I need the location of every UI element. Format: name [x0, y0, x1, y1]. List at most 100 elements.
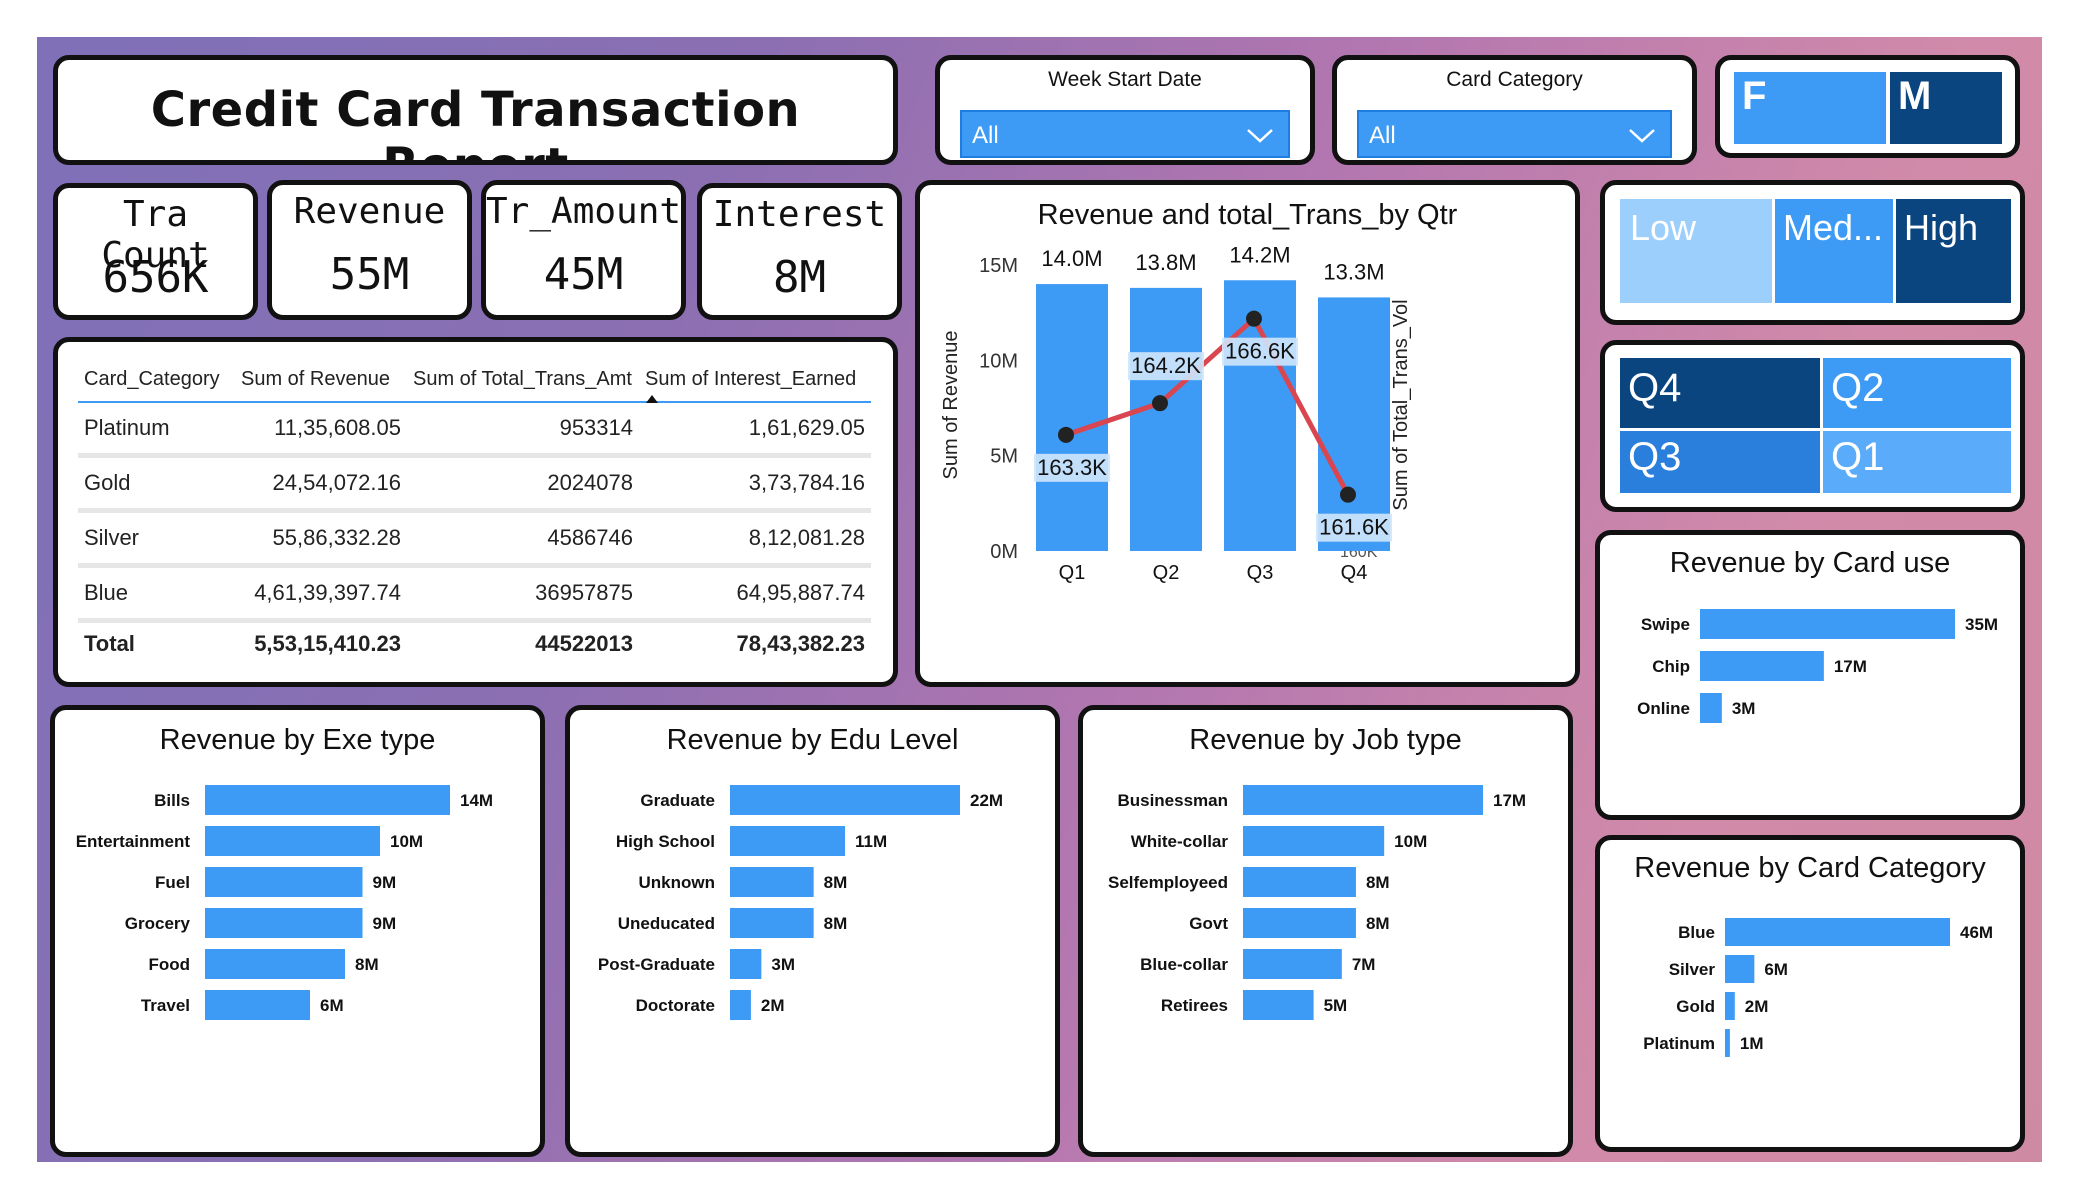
revenue-by-card-category-chart: Revenue by Card Category Blue 46M Silver 6M…: [1595, 835, 2025, 1152]
bar-data-label: 13.3M: [1323, 259, 1384, 284]
bar: [730, 949, 762, 979]
bar: [1243, 826, 1385, 856]
category-label: Travel: [141, 996, 190, 1015]
chart-title: Revenue by Card use: [1669, 547, 1951, 579]
data-label: 11M: [855, 832, 887, 851]
bar: [1243, 867, 1356, 897]
card-use-bars-svg: Swipe 35M Chip 17M Online 3M: [1637, 609, 1998, 723]
bar-data-label: 14.2M: [1229, 242, 1290, 267]
quarter-tile-q3[interactable]: Q3: [1620, 431, 1820, 493]
bar: [730, 867, 814, 897]
title-card: Credit Card Transaction Report: [53, 55, 898, 165]
category-label: Selfemployeed: [1108, 873, 1228, 892]
combo-chart-svg: Sum of Revenue Sum of Total_Trans_Vol 0M 5M…: [940, 242, 1412, 584]
data-label: 8M: [824, 914, 848, 933]
category-label: Grocery: [125, 914, 191, 933]
line-data-label: 164.2K: [1131, 353, 1201, 378]
gender-tile-m[interactable]: M: [1890, 72, 2002, 144]
data-label: 1M: [1740, 1034, 1764, 1053]
data-label: 3M: [1732, 699, 1756, 718]
data-label: 3M: [771, 955, 795, 974]
revenue-by-exe-type-chart: Revenue by Exe type Bills 14M Entertainmen…: [50, 705, 545, 1157]
income-tile-low[interactable]: Low: [1620, 199, 1772, 303]
gender-tile-f[interactable]: F: [1734, 72, 1886, 144]
bar: [205, 785, 450, 815]
category-label: Chip: [1652, 657, 1690, 676]
category-label: Uneducated: [618, 914, 715, 933]
quarter-tile-q4[interactable]: Q4: [1620, 358, 1820, 428]
bar: [730, 990, 751, 1020]
income-tile-high[interactable]: High: [1896, 199, 2011, 303]
y-axis-label: Sum of Revenue: [940, 331, 962, 480]
bar: [1243, 990, 1314, 1020]
bar: [1036, 284, 1108, 551]
bar: [1725, 955, 1755, 983]
revenue-by-card-use-chart: Revenue by Card use Swipe 35M Chip 17M Onlin…: [1595, 530, 2025, 820]
bar: [730, 826, 845, 856]
quarter-tile-q1[interactable]: Q1: [1823, 431, 2011, 493]
matrix-header[interactable]: Sum of Total_Trans_Amt: [407, 360, 639, 403]
data-label: 5M: [1324, 996, 1348, 1015]
y-tick-label: 5M: [990, 446, 1018, 468]
bar: [730, 785, 960, 815]
income-level-slicer: Low Med... High: [1600, 180, 2025, 325]
table-row: Silver 55,86,332.28 4586746 8,12,081.28: [78, 510, 871, 568]
line-point: [1246, 310, 1262, 327]
x-tick-label: Q4: [1341, 562, 1368, 584]
card-category-slicer: Card Category All: [1332, 55, 1697, 165]
bar: [205, 826, 380, 856]
card-category-bars-svg: Blue 46M Silver 6M Gold 2M Platinum 1M: [1643, 918, 1993, 1057]
data-label: 6M: [320, 996, 344, 1015]
category-label: Businessman: [1117, 791, 1228, 810]
table-row: Gold 24,54,072.16 2024078 3,73,784.16: [78, 455, 871, 513]
bar: [1700, 609, 1955, 639]
revenue-by-edu-level-chart: Revenue by Edu Level Graduate 22M High Sch…: [565, 705, 1060, 1157]
card-category-dropdown[interactable]: All: [1357, 110, 1672, 158]
data-label: 14M: [460, 791, 493, 810]
kpi-tra-count: Tra Count 656K: [53, 183, 258, 320]
category-label: Retirees: [1161, 996, 1228, 1015]
income-tile-medium[interactable]: Med...: [1775, 199, 1893, 303]
matrix-header[interactable]: Sum of Revenue: [235, 360, 407, 403]
category-label: Graduate: [640, 791, 715, 810]
category-label: Bills: [154, 791, 190, 810]
x-tick-label: Q3: [1247, 562, 1274, 584]
data-label: 8M: [355, 955, 379, 974]
bar: [1725, 918, 1950, 946]
kpi-tr-amount: Tr_Amount 45M: [481, 180, 686, 320]
category-label: Fuel: [155, 873, 190, 892]
matrix-header-row: Card_Category Sum of Revenue Sum of Tota…: [78, 360, 871, 403]
quarter-tile-q2[interactable]: Q2: [1823, 358, 2011, 428]
chevron-down-icon: [1629, 129, 1655, 143]
bar: [1700, 693, 1722, 723]
card-category-value: All: [1369, 122, 1396, 149]
category-label: Entertainment: [76, 832, 191, 851]
matrix-header-sorted[interactable]: Sum of Interest_Earned: [639, 360, 871, 403]
category-label: Platinum: [1643, 1034, 1715, 1053]
y-tick-label: 0M: [990, 541, 1018, 563]
matrix-header[interactable]: Card_Category: [78, 360, 235, 403]
bar: [1700, 651, 1824, 681]
chart-title: Revenue by Job type: [1189, 724, 1462, 756]
category-label: Food: [148, 955, 190, 974]
category-label: Unknown: [639, 873, 716, 892]
data-label: 17M: [1493, 791, 1526, 810]
bar: [1243, 949, 1342, 979]
week-start-date-label: Week Start Date: [1048, 68, 1202, 91]
chart-title: Revenue by Exe type: [159, 724, 436, 756]
bar: [205, 949, 345, 979]
revenue-by-job-type-chart: Revenue by Job type Businessman 17M White-…: [1078, 705, 1573, 1157]
bar: [1318, 297, 1390, 551]
data-label: 10M: [1394, 832, 1427, 851]
category-label: Govt: [1189, 914, 1228, 933]
chart-title: Revenue by Edu Level: [666, 724, 959, 756]
line-point: [1152, 395, 1168, 412]
bar: [1130, 287, 1202, 551]
bar: [1725, 1029, 1730, 1057]
data-label: 6M: [1764, 960, 1788, 979]
bar-data-label: 14.0M: [1041, 246, 1102, 271]
data-label: 22M: [970, 791, 1003, 810]
card-category-matrix: Card_Category Sum of Revenue Sum of Tota…: [53, 337, 898, 687]
week-start-date-dropdown[interactable]: All: [960, 110, 1290, 158]
job-type-bars-svg: Businessman 17M White-collar 10M Selfemploye…: [1108, 785, 1526, 1020]
